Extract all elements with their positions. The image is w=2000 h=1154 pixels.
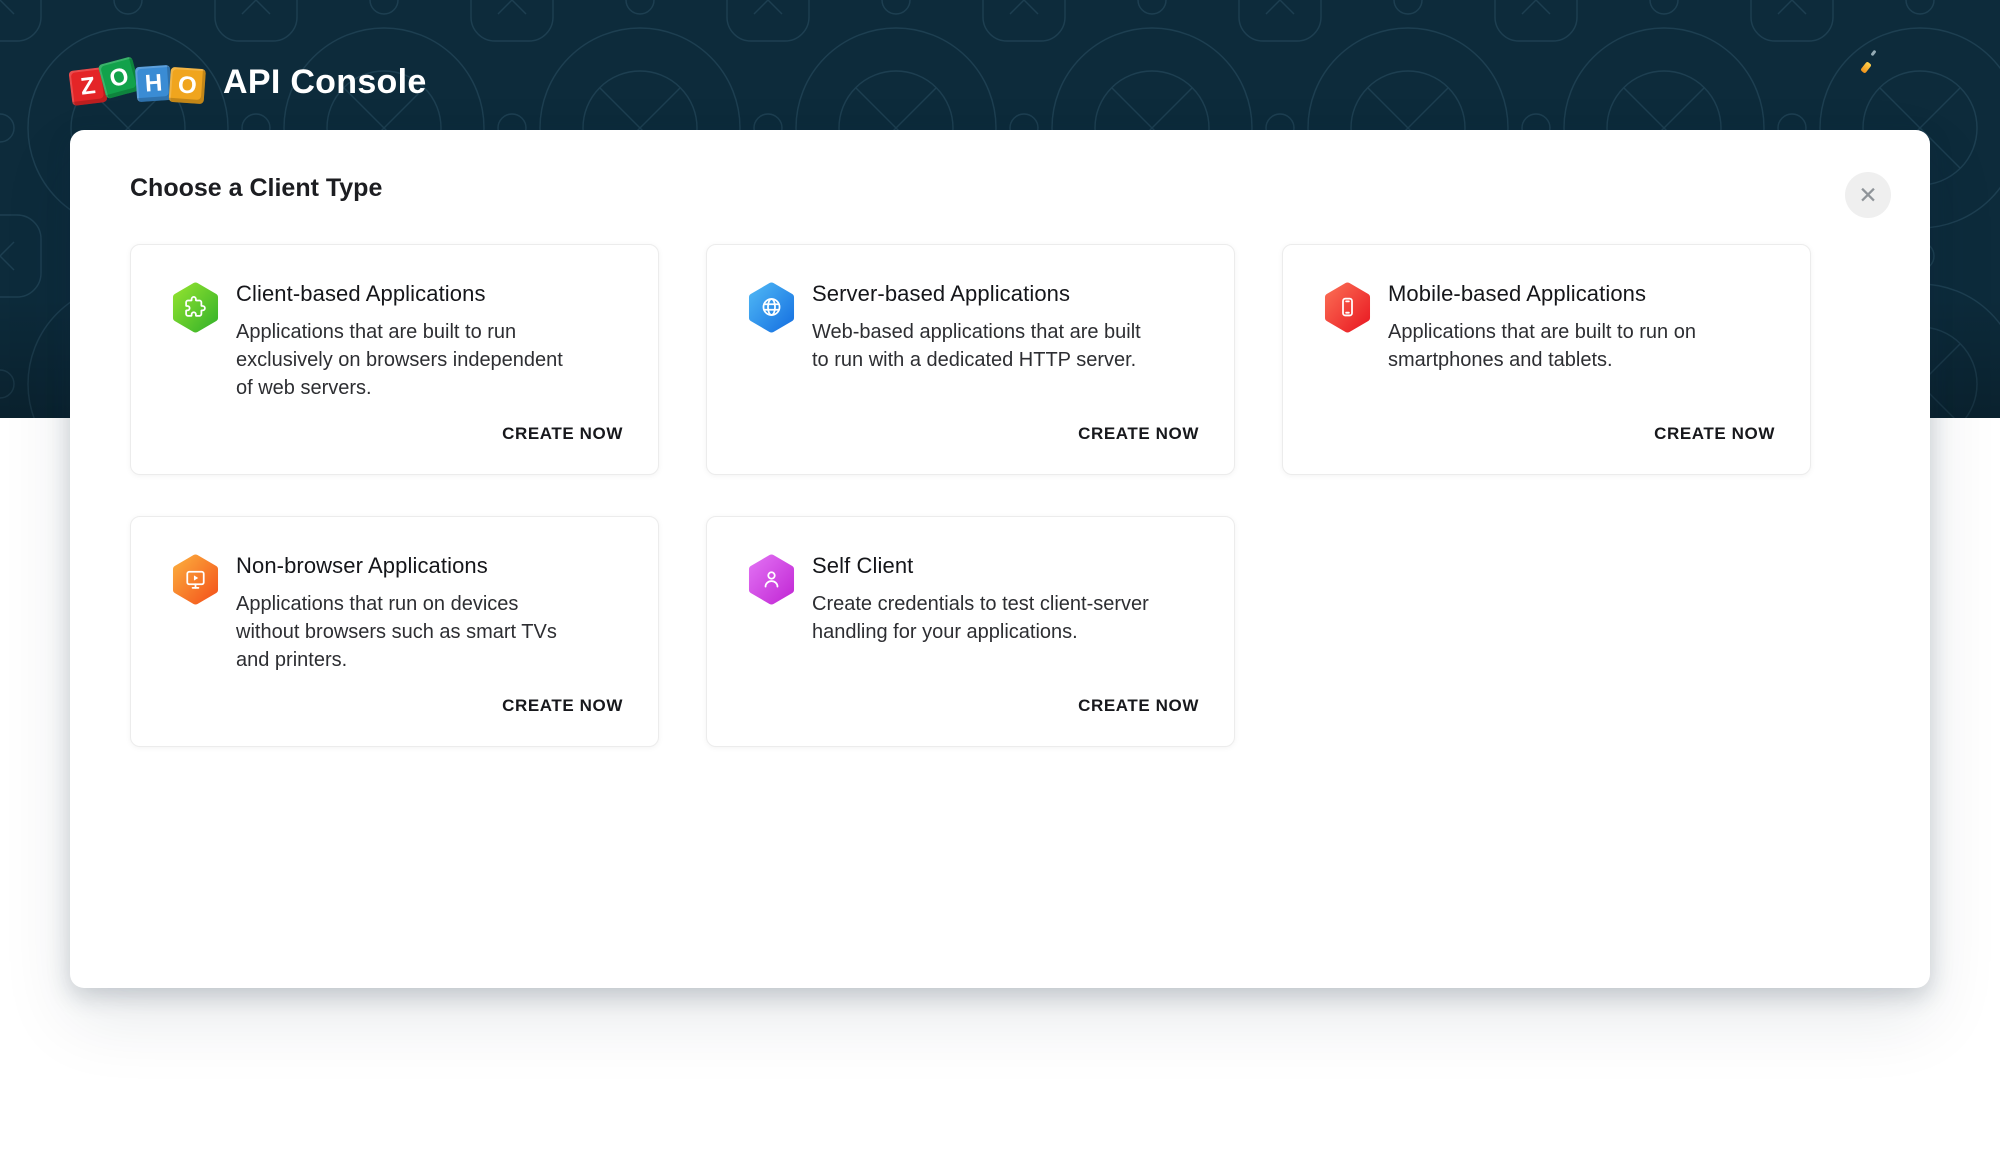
create-now-link[interactable]: CREATE NOW (1078, 696, 1199, 716)
puzzle-icon (172, 281, 219, 334)
create-now-link[interactable]: CREATE NOW (1654, 424, 1775, 444)
card-title: Client-based Applications (236, 281, 618, 307)
client-type-grid: Client-based Applications Applications t… (130, 244, 1870, 747)
card-title: Self Client (812, 553, 1194, 579)
tv-icon (172, 553, 219, 606)
card-description: Applications that are built to run on sm… (1388, 318, 1730, 374)
close-icon[interactable]: ✕ (1845, 172, 1891, 218)
globe-icon (748, 281, 795, 334)
card-self-client[interactable]: Self Client Create credentials to test c… (706, 516, 1235, 747)
brand: Z O H O API Console (70, 58, 427, 106)
create-now-link[interactable]: CREATE NOW (502, 424, 623, 444)
dialog-title: Choose a Client Type (130, 130, 1870, 203)
create-now-link[interactable]: CREATE NOW (502, 696, 623, 716)
card-server-based-applications[interactable]: Server-based Applications Web-based appl… (706, 244, 1235, 475)
card-client-based-applications[interactable]: Client-based Applications Applications t… (130, 244, 659, 475)
card-non-browser-applications[interactable]: Non-browser Applications Applications th… (130, 516, 659, 747)
card-mobile-based-applications[interactable]: Mobile-based Applications Applications t… (1282, 244, 1811, 475)
card-title: Non-browser Applications (236, 553, 618, 579)
create-now-link[interactable]: CREATE NOW (1078, 424, 1199, 444)
card-title: Server-based Applications (812, 281, 1194, 307)
card-title: Mobile-based Applications (1388, 281, 1770, 307)
zoho-logo: Z O H O (70, 58, 205, 106)
zoho-logo-letter-o2: O (169, 66, 206, 103)
card-description: Applications that are built to run exclu… (236, 318, 578, 402)
card-description: Create credentials to test client-server… (812, 590, 1154, 646)
choose-client-type-dialog: Choose a Client Type ✕ Client-based Appl… (70, 130, 1930, 988)
card-description: Web-based applications that are built to… (812, 318, 1154, 374)
zoho-logo-letter-h: H (135, 64, 172, 101)
person-icon (748, 553, 795, 606)
smartphone-icon (1324, 281, 1371, 334)
zoho-logo-letter-o1: O (98, 56, 141, 99)
card-description: Applications that run on devices without… (236, 590, 578, 674)
app-title: API Console (223, 63, 427, 102)
